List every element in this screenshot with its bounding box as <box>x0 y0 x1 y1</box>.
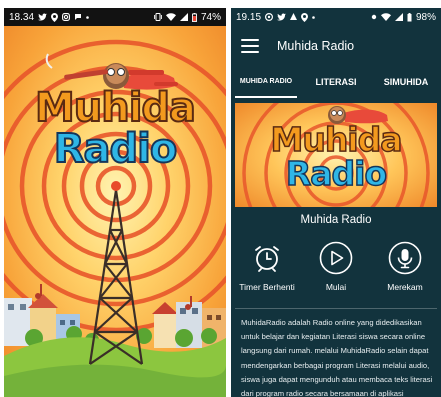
tab-bar: MUHIDA RADIO LITERASI SIMUHIDA <box>231 66 441 98</box>
app-notification-icon <box>265 13 274 21</box>
status-time: 18.34 <box>9 11 35 23</box>
logo-word-radio: Radio <box>53 126 179 172</box>
signal-icon <box>394 13 403 21</box>
status-bar: 18.34 74% <box>4 8 226 26</box>
play-label: Mulai <box>325 282 347 292</box>
logo-word-muhida: Muhida <box>34 85 197 131</box>
splash-logo: Muhida Radio <box>4 85 226 172</box>
tab-muhida-radio[interactable]: MUHIDA RADIO <box>231 66 301 98</box>
record-label: Merekam <box>387 282 423 292</box>
radio-banner: Muhida Radio <box>235 103 437 207</box>
more-dot-icon <box>312 15 315 19</box>
status-time: 19.15 <box>236 11 262 23</box>
app-bar: Muhida Radio <box>231 26 441 66</box>
banner-logo-muhida: Muhida <box>270 120 404 159</box>
splash-illustration <box>4 26 226 397</box>
microphone-icon <box>388 241 422 275</box>
twitter-icon <box>277 13 287 21</box>
location-icon <box>301 12 309 22</box>
battery-icon <box>192 12 197 22</box>
alarm-clock-icon <box>250 241 284 275</box>
wifi-icon <box>380 13 391 21</box>
battery-percent: 74% <box>200 11 221 23</box>
alert-icon <box>290 13 298 21</box>
battery-icon <box>407 12 412 22</box>
player-controls: Timer Berhenti Mulai Merekam <box>231 241 441 301</box>
status-bar: 19.15 98% <box>231 8 441 26</box>
play-button[interactable]: Mulai <box>304 241 368 301</box>
battery-percent: 98% <box>415 11 436 23</box>
splash-screen: 18.34 74% Muhida Radio <box>4 8 226 397</box>
more-dot-icon <box>86 15 89 19</box>
timer-button[interactable]: Timer Berhenti <box>235 241 299 301</box>
timer-label: Timer Berhenti <box>239 282 295 292</box>
wifi-icon <box>165 13 176 21</box>
menu-icon[interactable] <box>241 39 259 53</box>
instagram-icon <box>62 13 70 21</box>
signal-icon <box>179 13 188 21</box>
banner-logo: Muhida Radio <box>235 120 437 193</box>
tab-literasi[interactable]: LITERASI <box>301 66 371 98</box>
notification-icon <box>74 13 82 21</box>
location-icon <box>51 12 59 22</box>
app-screen: 19.15 98% Muhida Radio MUHIDA RADIO LITE… <box>231 8 441 397</box>
screenshot-stage: 18.34 74% Muhida Radio 19.15 98% Muhida … <box>0 0 441 397</box>
description-text: MuhidaRadio adalah Radio online yang did… <box>241 318 433 397</box>
tab-simuhida[interactable]: SIMUHIDA <box>371 66 441 98</box>
twitter-icon <box>38 13 48 21</box>
app-title: Muhida Radio <box>277 39 355 53</box>
tower-beacon <box>111 181 121 191</box>
vibrate-icon <box>154 13 162 21</box>
mute-icon <box>371 14 377 20</box>
record-button[interactable]: Merekam <box>373 241 437 301</box>
play-icon <box>319 241 353 275</box>
section-divider <box>235 308 437 309</box>
banner-logo-radio: Radio <box>285 154 388 193</box>
station-name: Muhida Radio <box>300 214 372 226</box>
